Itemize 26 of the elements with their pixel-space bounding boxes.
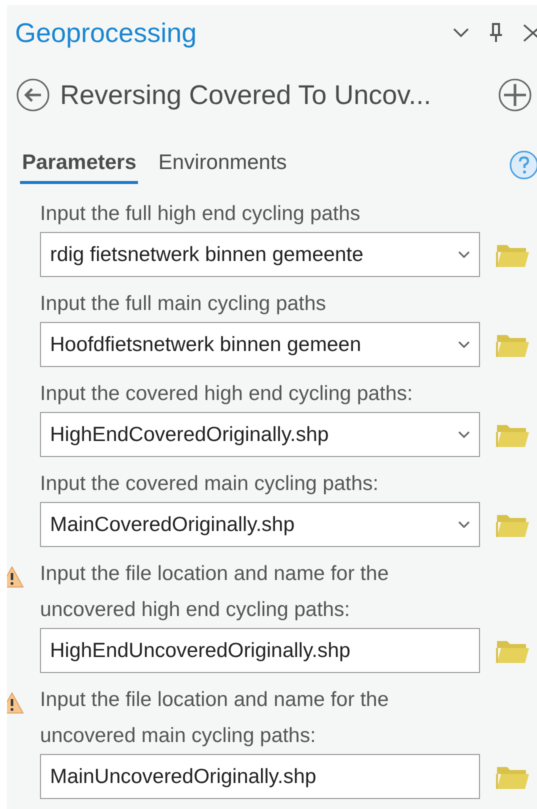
- parameter-label: Input the covered main cycling paths:: [40, 471, 380, 497]
- chevron-down-icon[interactable]: [453, 28, 469, 38]
- add-icon[interactable]: [498, 78, 532, 112]
- pin-icon[interactable]: [489, 23, 503, 43]
- parameter-label: Input the full main cycling paths: [40, 291, 328, 317]
- caret-icon: [458, 340, 470, 348]
- parameter-label: Input the full high end cycling paths: [40, 201, 362, 227]
- dropdown-field[interactable]: rdig fietsnetwerk binnen gemeente: [40, 232, 480, 277]
- parameter-label: Input the file location and name for the uncovered main cycling paths:: [40, 687, 390, 749]
- dropdown-field[interactable]: HighEndCoveredOriginally.shp: [40, 412, 480, 457]
- caret-icon: [458, 520, 470, 528]
- dropdown-field[interactable]: Hoofdfietsnetwerk binnen gemeen: [40, 322, 480, 367]
- input-field[interactable]: MainUncoveredOriginally.shp: [40, 754, 480, 799]
- dropdown-field[interactable]: MainCoveredOriginally.shp: [40, 502, 480, 547]
- tab[interactable]: Parameters: [20, 151, 138, 184]
- back-icon[interactable]: [16, 78, 50, 112]
- pane-title: Geoprocessing: [15, 18, 197, 48]
- parameter-label: Input the covered high end cycling paths:: [40, 381, 414, 407]
- help-icon[interactable]: [509, 150, 537, 180]
- caret-icon: [458, 250, 470, 258]
- close-icon[interactable]: [523, 23, 537, 43]
- input-field[interactable]: HighEndUncoveredOriginally.shp: [40, 628, 480, 673]
- tool-title: Reversing Covered To Uncov...: [60, 80, 432, 110]
- tab[interactable]: Environments: [156, 151, 289, 184]
- parameter-label: Input the file location and name for the uncovered high end cycling paths:: [40, 561, 390, 623]
- caret-icon: [458, 430, 470, 438]
